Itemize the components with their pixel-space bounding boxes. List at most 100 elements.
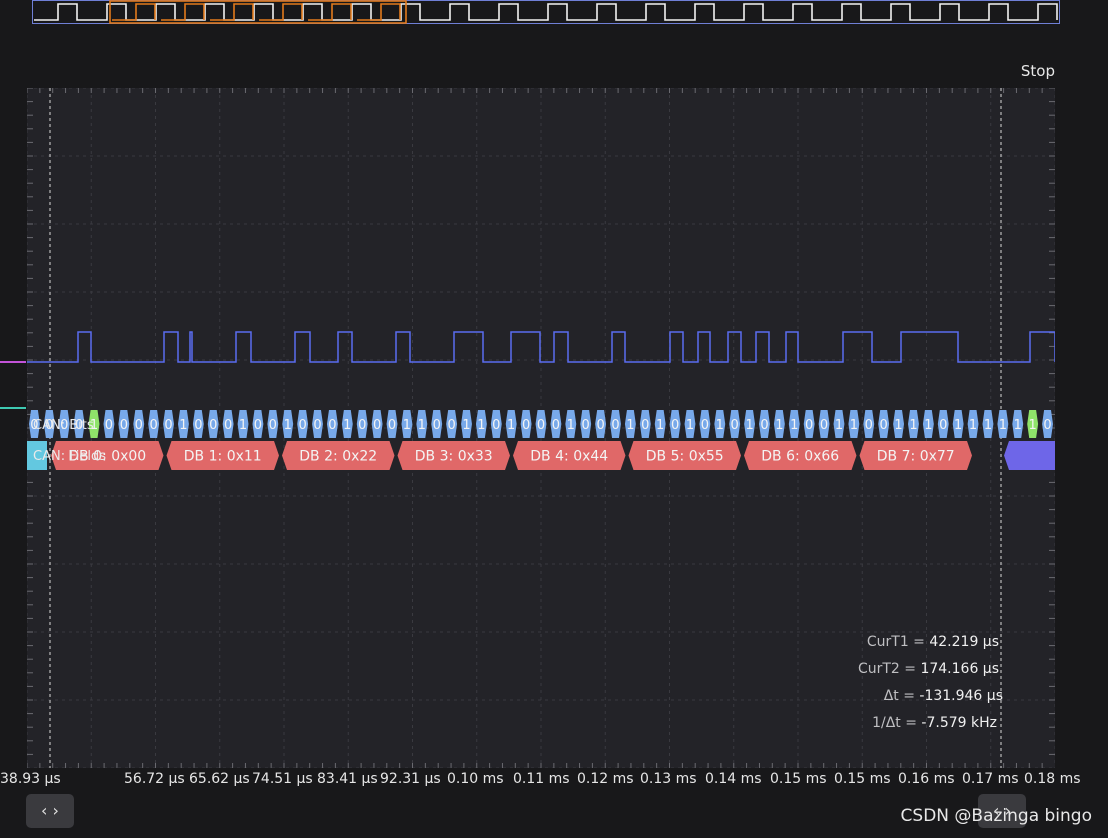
bit-value: 1 [924, 418, 932, 433]
watermark-text: CSDN @Bazinga bingo [900, 806, 1092, 826]
bit-value: 1 [716, 418, 724, 433]
bit-value: 1 [477, 418, 485, 433]
cursor-freq-readout: 1/Δt = -7.579 kHz [872, 715, 997, 731]
scope-display[interactable]: 0000100000100010010001000110011010001000… [27, 88, 1055, 768]
time-tick-label: 92.31 μs [380, 771, 441, 787]
bit-value: 0 [254, 418, 262, 433]
bit-value: 0 [358, 418, 366, 433]
bit-value: 1 [418, 418, 426, 433]
scroll-left-button[interactable]: ‹ › [26, 794, 74, 828]
bit-value: 1 [343, 418, 351, 433]
bit-value: 0 [388, 418, 396, 433]
cursor-t2-value: 174.166 μs [920, 661, 999, 677]
bit-value: 1 [462, 418, 470, 433]
bit-value: 1 [954, 418, 962, 433]
data-byte-label: DB 4: 0x44 [530, 449, 608, 465]
time-tick-label: 0.15 ms [834, 771, 891, 787]
time-tick-label: 0.11 ms [513, 771, 570, 787]
bit-value: 0 [373, 418, 381, 433]
bit-value: 1 [403, 418, 411, 433]
bit-value: 1 [284, 418, 292, 433]
data-byte-label: DB 2: 0x22 [299, 449, 377, 465]
time-tick-label: 83.41 μs [317, 771, 378, 787]
time-tick-label: 0.10 ms [447, 771, 504, 787]
data-byte-label: DB 7: 0x77 [877, 449, 955, 465]
cursor-freq-label: 1/Δt = [872, 715, 917, 731]
cursor-t1-label: CurT1 = [866, 634, 925, 650]
bit-value: 0 [805, 418, 813, 433]
data-byte-label: DB 5: 0x55 [646, 449, 724, 465]
bit-value: 1 [179, 418, 187, 433]
bits-decoder-row: 0000100000100010010001000110011010001000… [29, 410, 1053, 438]
fields-decoder-row: DB 0: 0x00 DB 1: 0x11 DB 2: 0x22 DB 3: 0x33… [27, 441, 1055, 470]
bit-value: 0 [105, 418, 113, 433]
bit-value: 0 [731, 418, 739, 433]
cursor-delta-readout: Δt = -131.946 μs [884, 688, 1003, 704]
time-tick-label: 74.51 μs [252, 771, 313, 787]
data-byte-label: DB 3: 0x33 [415, 449, 493, 465]
cursor-delta-value: -131.946 μs [919, 688, 1003, 704]
bit-value: 0 [149, 418, 157, 433]
cursor-delta-label: Δt = [883, 688, 915, 704]
bit-value: 0 [611, 418, 619, 433]
bit-value: 0 [194, 418, 202, 433]
bit-value: 0 [120, 418, 128, 433]
bit-value: 0 [1043, 418, 1051, 433]
bit-value: 0 [164, 418, 172, 433]
time-tick-label: 0.12 ms [577, 771, 634, 787]
eof-field [1004, 441, 1055, 470]
channel-marker-teal[interactable] [0, 407, 26, 409]
time-tick-label: 0.18 ms [1024, 771, 1081, 787]
bit-value: 0 [537, 418, 545, 433]
channel-marker-magenta[interactable] [0, 361, 26, 363]
bit-value: 1 [1029, 418, 1037, 433]
data-byte-label: DB 6: 0x66 [761, 449, 839, 465]
bits-decoder-label: CAN: Bits [33, 418, 94, 433]
bit-value: 0 [269, 418, 277, 433]
bit-value: 0 [433, 418, 441, 433]
bit-value: 1 [239, 418, 247, 433]
bit-value: 0 [447, 418, 455, 433]
run-state-label: Stop [1020, 62, 1055, 80]
time-tick-label: 0.13 ms [640, 771, 697, 787]
time-tick-label: 65.62 μs [189, 771, 250, 787]
bit-value: 0 [582, 418, 590, 433]
bit-value: 0 [671, 418, 679, 433]
cursor-freq-value: -7.579 kHz [921, 715, 997, 731]
fields-decoder-label: CAN: Fields [33, 449, 106, 464]
bit-value: 1 [850, 418, 858, 433]
bit-value: 0 [313, 418, 321, 433]
time-tick-label: 56.72 μs [124, 771, 185, 787]
bit-value: 1 [686, 418, 694, 433]
bit-value: 1 [894, 418, 902, 433]
bit-value: 1 [626, 418, 634, 433]
bit-value: 0 [939, 418, 947, 433]
time-axis: 38.93 μs 56.72 μs 65.62 μs 74.51 μs 83.41 μs… [0, 771, 1108, 789]
bit-value: 0 [596, 418, 604, 433]
bit-value: 1 [567, 418, 575, 433]
bit-value: 1 [775, 418, 783, 433]
bit-value: 1 [835, 418, 843, 433]
bit-value: 0 [298, 418, 306, 433]
bit-value: 0 [820, 418, 828, 433]
bit-value: 0 [641, 418, 649, 433]
time-tick-label: 0.16 ms [898, 771, 955, 787]
time-tick-label: 0.15 ms [770, 771, 827, 787]
bit-value: 0 [865, 418, 873, 433]
overview-strip[interactable] [32, 0, 1060, 24]
bit-value: 1 [984, 418, 992, 433]
time-tick-label: 0.14 ms [705, 771, 762, 787]
time-tick-label: 0.17 ms [962, 771, 1019, 787]
bit-value: 1 [656, 418, 664, 433]
cursor-t2-readout: CurT2 = 174.166 μs [858, 661, 999, 677]
cursor-t1-value: 42.219 μs [929, 634, 999, 650]
bit-value: 0 [492, 418, 500, 433]
bit-value: 1 [745, 418, 753, 433]
bit-value: 0 [522, 418, 530, 433]
bit-value: 0 [328, 418, 336, 433]
bit-value: 0 [701, 418, 709, 433]
bit-value: 0 [552, 418, 560, 433]
bit-value: 1 [969, 418, 977, 433]
bit-value: 1 [790, 418, 798, 433]
data-byte-label: DB 1: 0x11 [184, 449, 262, 465]
